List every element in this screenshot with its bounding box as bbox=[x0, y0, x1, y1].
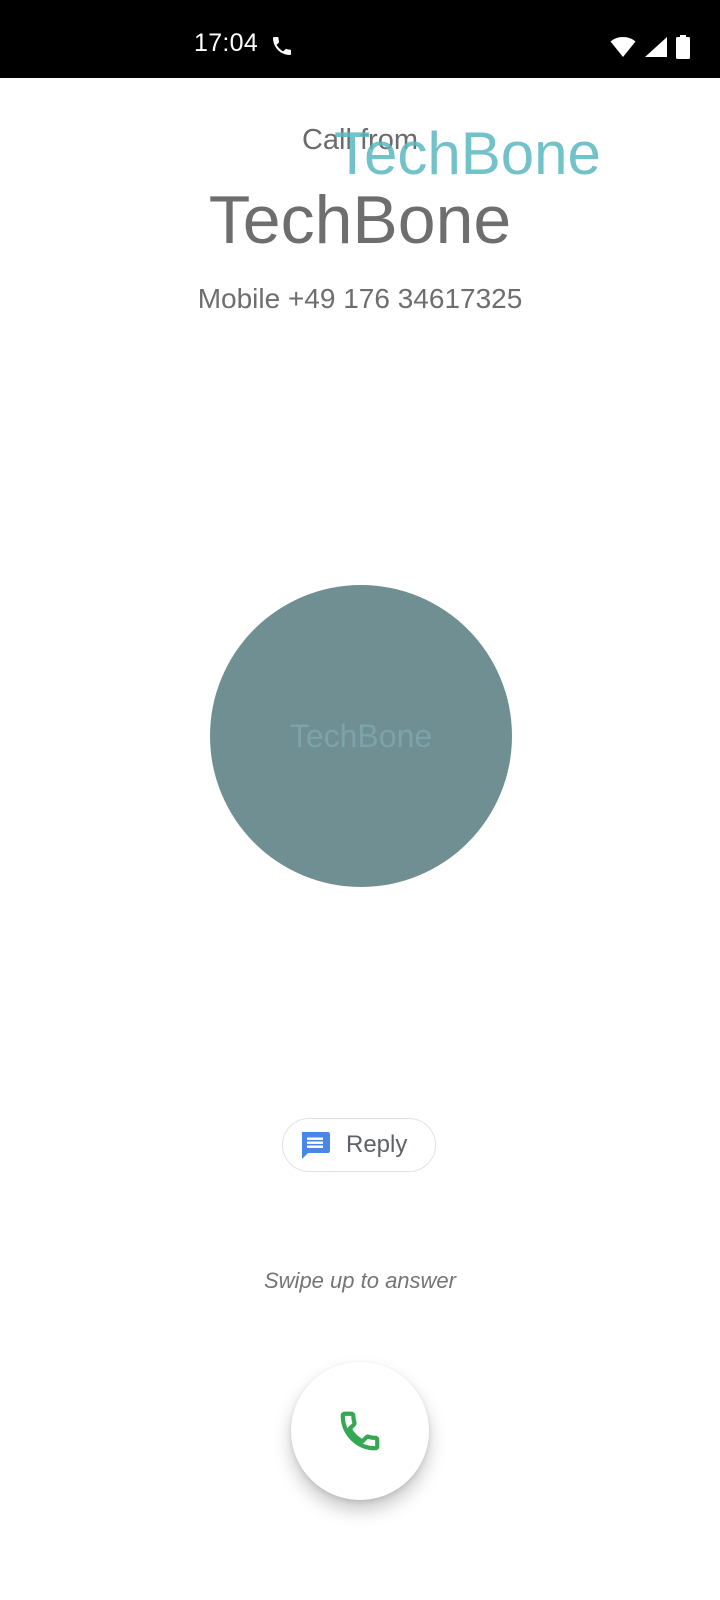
answer-call-button[interactable] bbox=[291, 1362, 429, 1500]
watermark-logo: TechBone bbox=[334, 120, 601, 187]
reply-label: Reply bbox=[346, 1131, 408, 1158]
avatar-watermark: TechBone bbox=[289, 718, 433, 754]
phone-answer-icon bbox=[340, 1411, 380, 1451]
signal-icon bbox=[645, 37, 667, 57]
battery-icon bbox=[676, 35, 690, 59]
caller-number: Mobile +49 176 34617325 bbox=[197, 283, 523, 314]
reply-button[interactable]: Reply bbox=[282, 1118, 436, 1172]
status-time: 17:04 bbox=[194, 29, 259, 57]
caller-name: TechBone bbox=[208, 182, 512, 258]
call-icon bbox=[273, 37, 291, 55]
wifi-icon bbox=[610, 37, 636, 57]
status-bar: 17:04 bbox=[0, 0, 720, 78]
status-icons bbox=[610, 34, 690, 60]
caller-avatar: TechBone bbox=[210, 585, 512, 887]
swipe-hint: Swipe up to answer bbox=[264, 1268, 456, 1293]
message-icon bbox=[302, 1132, 330, 1159]
